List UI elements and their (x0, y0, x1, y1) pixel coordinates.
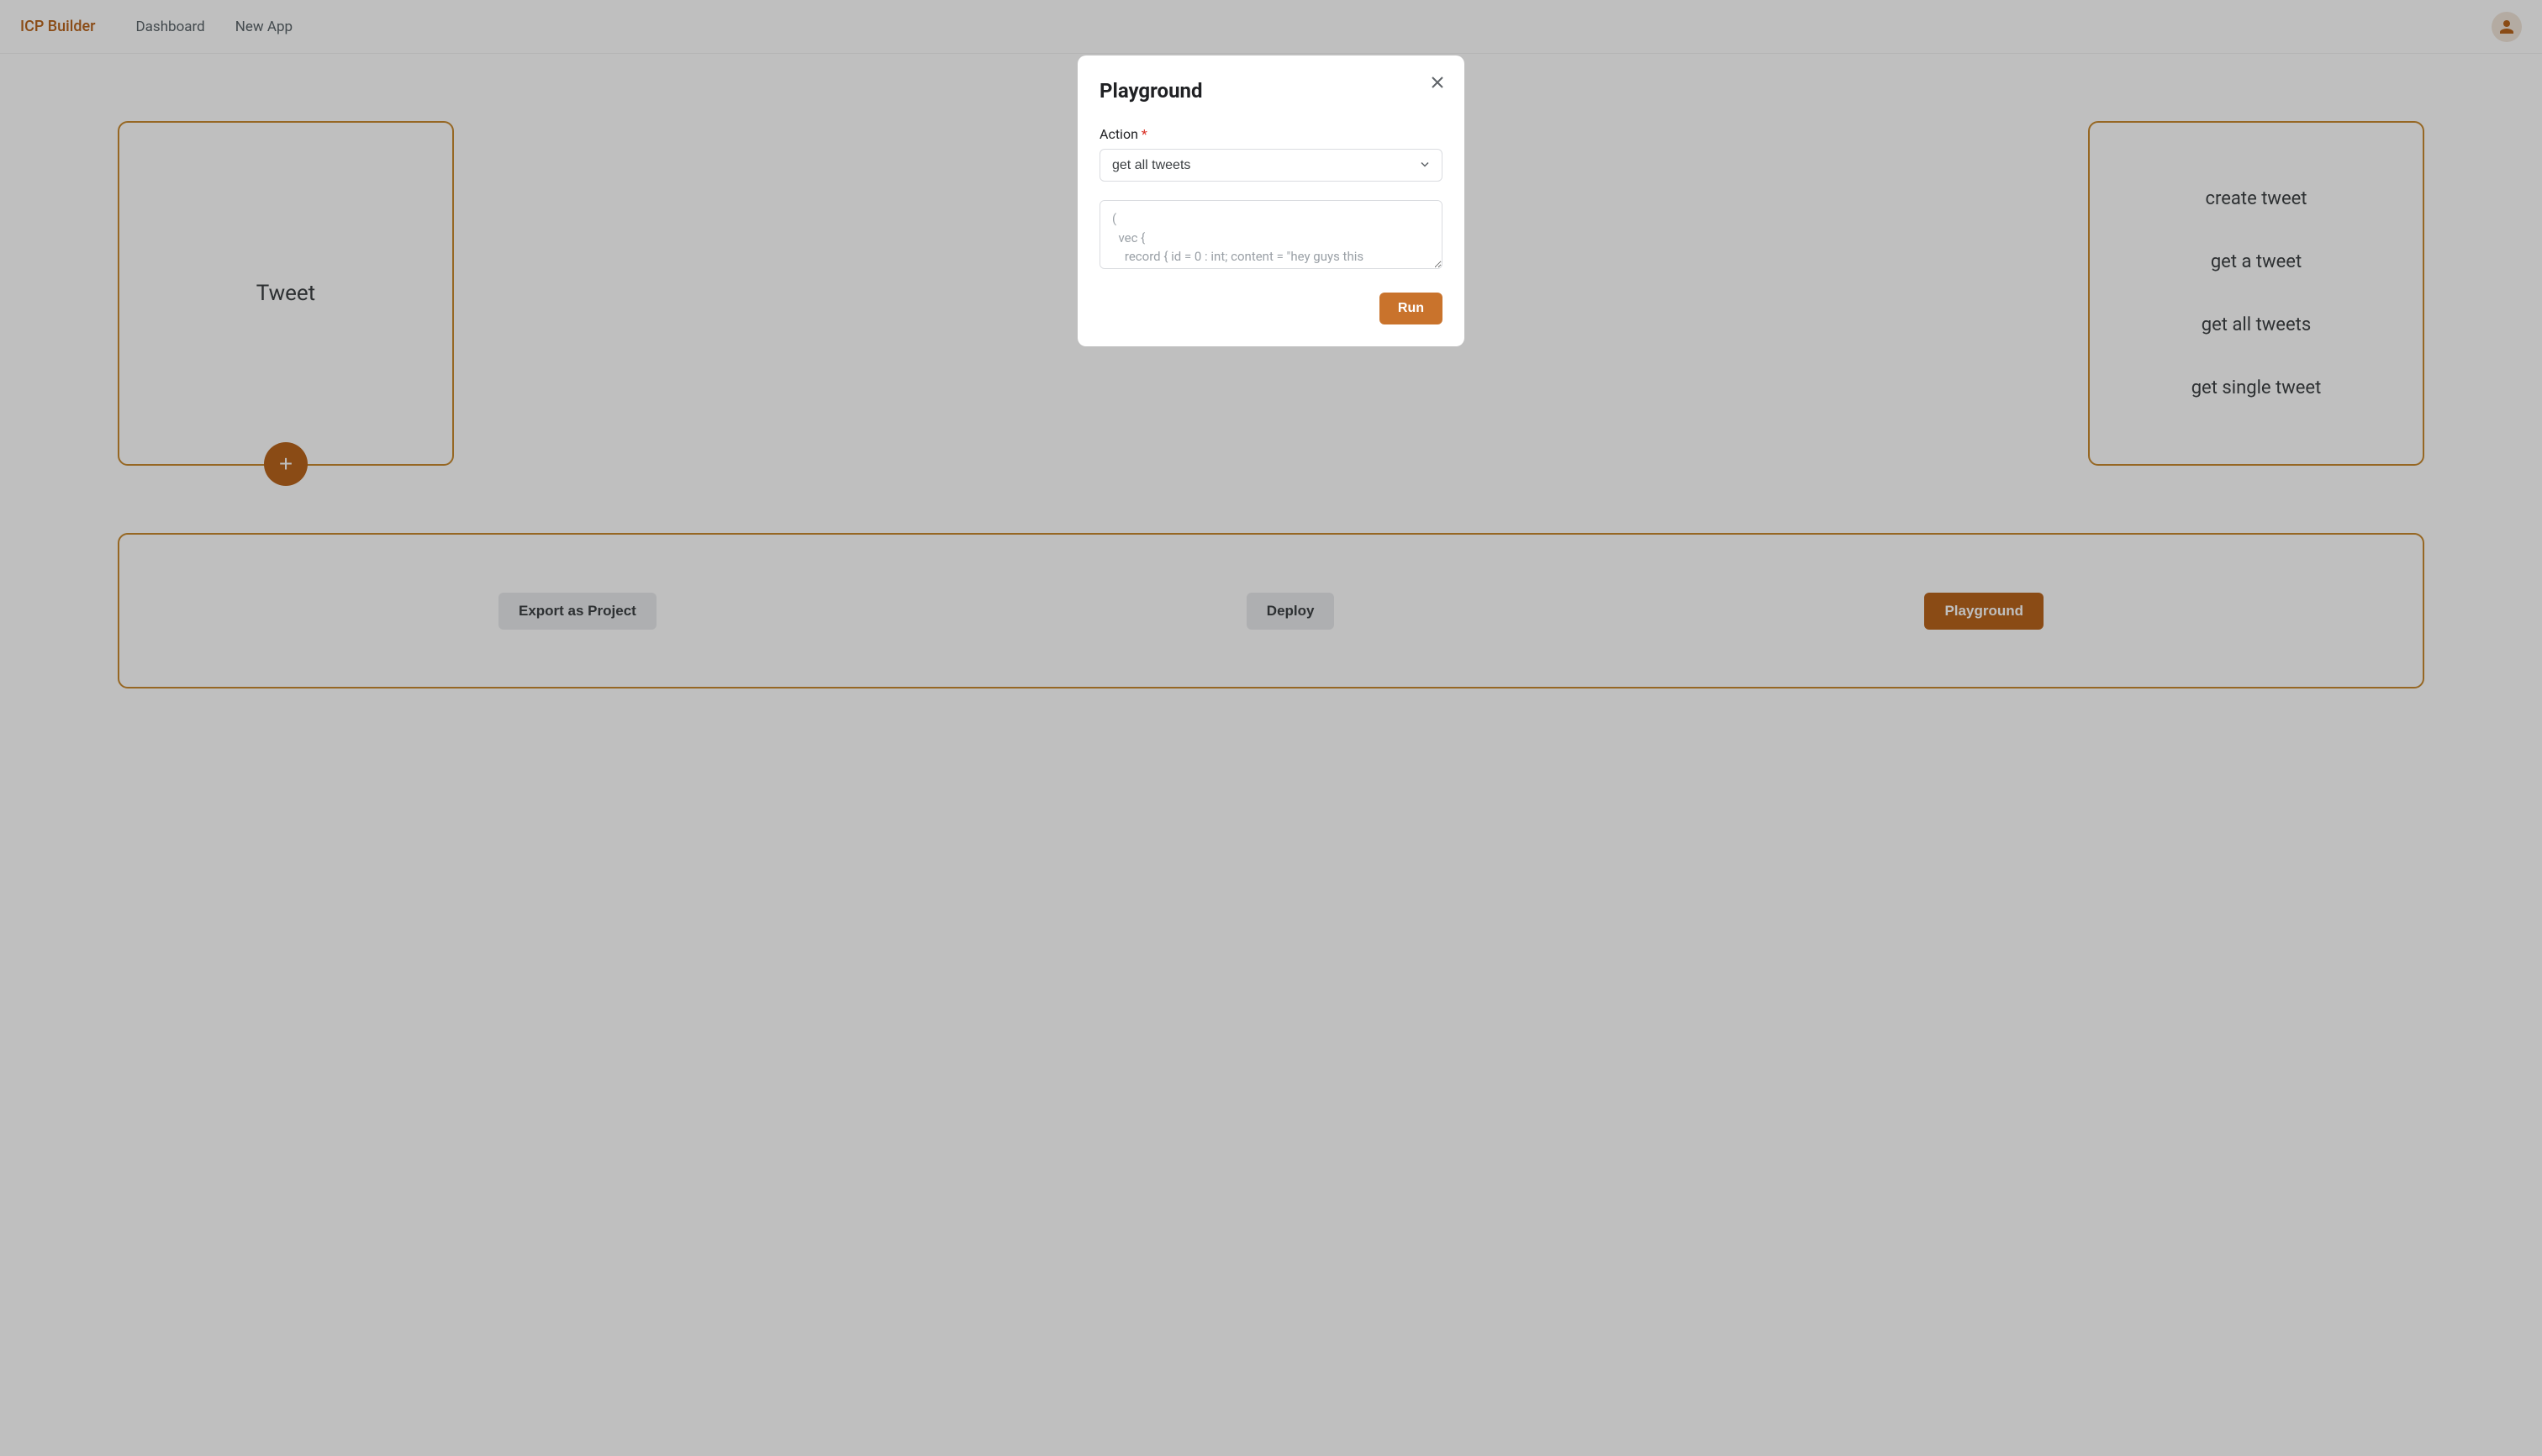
close-icon (1431, 76, 1444, 89)
params-textarea[interactable] (1100, 200, 1442, 269)
modal-footer: Run (1100, 293, 1442, 324)
required-indicator: * (1142, 126, 1147, 142)
action-select[interactable]: get all tweets (1100, 149, 1442, 182)
action-select-wrapper: get all tweets (1100, 149, 1442, 182)
modal-overlay[interactable]: Playground Action * get all tweets Run (0, 0, 2542, 1456)
close-button[interactable] (1429, 74, 1446, 91)
action-label: Action * (1100, 126, 1442, 142)
modal-title: Playground (1100, 79, 1442, 103)
playground-modal: Playground Action * get all tweets Run (1078, 55, 1464, 346)
run-button[interactable]: Run (1379, 293, 1442, 324)
